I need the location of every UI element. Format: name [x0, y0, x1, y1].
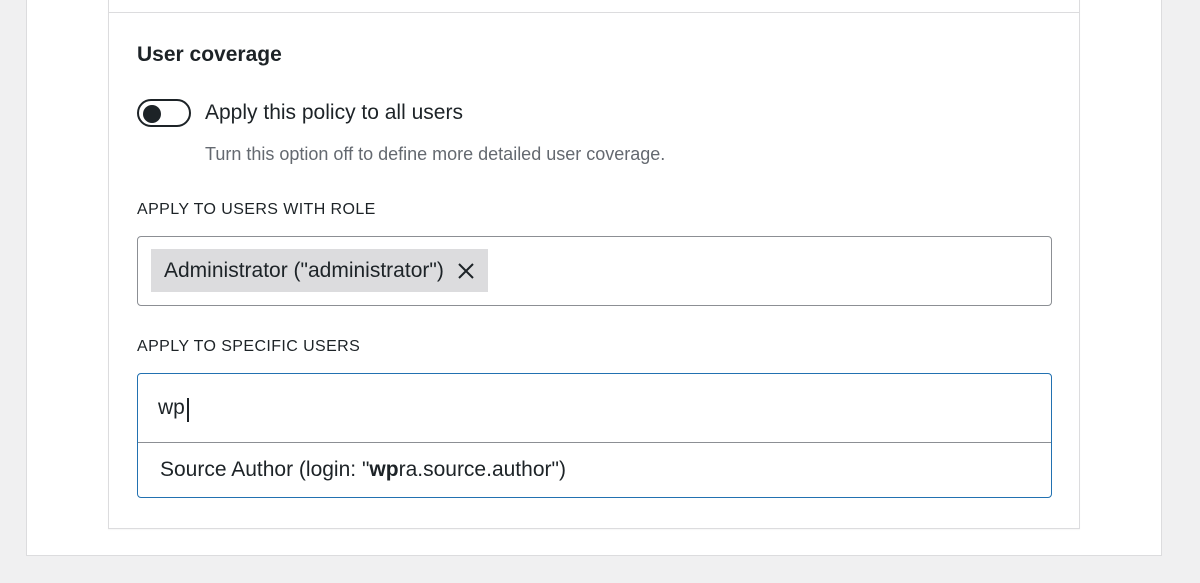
role-token-label: Administrator ("administrator") — [164, 258, 444, 282]
toggle-label: Apply this policy to all users — [205, 101, 463, 124]
users-combobox: Source Author (login: "wpra.source.autho… — [137, 373, 1052, 498]
card-divider — [109, 12, 1079, 13]
apply-all-users-toggle[interactable] — [137, 99, 191, 127]
suggestion-suffix: ra.source.author") — [398, 458, 566, 481]
text-caret — [187, 398, 189, 422]
users-search-input[interactable] — [138, 374, 1051, 443]
users-field-label: APPLY TO SPECIFIC USERS — [137, 338, 361, 355]
suggestion-prefix: Source Author (login: " — [160, 458, 370, 481]
toggle-knob — [143, 105, 161, 123]
section-title: User coverage — [137, 43, 282, 66]
toggle-help-text: Turn this option off to define more deta… — [205, 144, 666, 164]
close-icon[interactable] — [456, 261, 476, 281]
role-token-field[interactable]: Administrator ("administrator") — [137, 236, 1052, 306]
suggestion-match: wp — [369, 458, 399, 481]
role-token: Administrator ("administrator") — [151, 249, 488, 292]
suggestion-item[interactable]: Source Author (login: " wp ra.source.autho… — [138, 443, 1051, 497]
user-coverage-card: User coverage Apply this policy to all u… — [108, 0, 1080, 529]
role-field-label: APPLY TO USERS WITH ROLE — [137, 201, 376, 218]
